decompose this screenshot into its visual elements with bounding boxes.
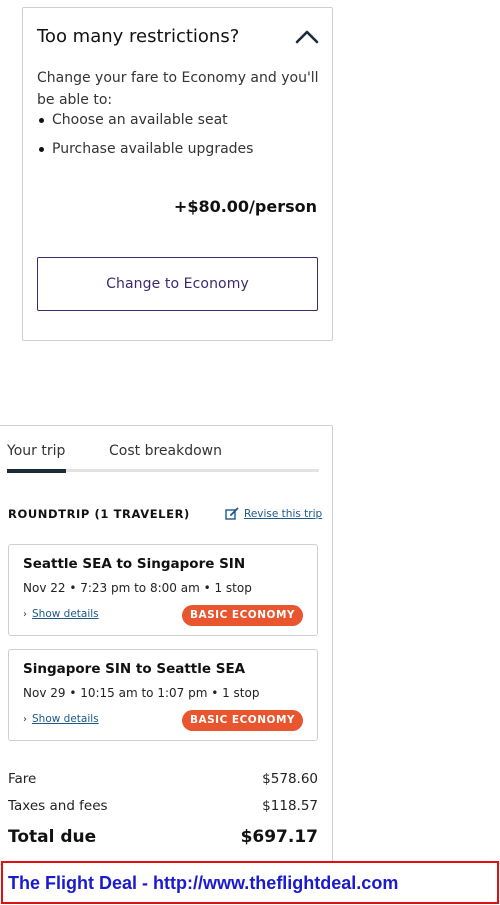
edit-icon: [225, 507, 239, 520]
basic-economy-badge: BASIC ECONOMY: [181, 710, 303, 731]
flight-card: Seattle SEA to Singapore SIN Nov 22 • 7:…: [8, 544, 318, 636]
trip-summary-card: Your trip Cost breakdown ROUNDTRIP (1 TR…: [0, 425, 333, 865]
show-details-link[interactable]: › Show details: [23, 608, 99, 620]
flight-route: Singapore SIN to Seattle SEA: [23, 661, 246, 677]
active-tab-indicator: [7, 469, 66, 473]
tab-cost-breakdown[interactable]: Cost breakdown: [109, 443, 222, 459]
upgrade-price: +$80.00/person: [173, 197, 317, 216]
roundtrip-heading: ROUNDTRIP (1 TRAVELER): [8, 507, 190, 521]
benefit-list: Choose an available seat Purchase availa…: [37, 109, 253, 167]
taxes-label: Taxes and fees: [8, 798, 108, 814]
trip-tabs: Your trip Cost breakdown: [7, 443, 319, 473]
tab-your-trip[interactable]: Your trip: [7, 443, 65, 459]
watermark-text: The Flight Deal - http://www.theflightde…: [8, 873, 399, 893]
flight-schedule: Nov 29 • 10:15 am to 1:07 pm • 1 stop: [23, 686, 260, 700]
fare-value: $578.60: [262, 771, 318, 787]
change-to-economy-button[interactable]: Change to Economy: [37, 257, 318, 311]
flight-card: Singapore SIN to Seattle SEA Nov 29 • 10…: [8, 649, 318, 741]
benefit-item: Purchase available upgrades: [37, 138, 253, 167]
taxes-value: $118.57: [262, 798, 318, 814]
show-details-label: Show details: [32, 608, 99, 620]
restrictions-title: Too many restrictions?: [37, 26, 240, 47]
flight-route: Seattle SEA to Singapore SIN: [23, 556, 246, 572]
total-value: $697.17: [240, 827, 318, 847]
basic-economy-badge: BASIC ECONOMY: [181, 605, 303, 626]
chevron-right-icon: ›: [23, 608, 27, 620]
flight-schedule: Nov 22 • 7:23 pm to 8:00 am • 1 stop: [23, 581, 252, 595]
benefit-item: Choose an available seat: [37, 109, 253, 138]
watermark-banner: The Flight Deal - http://www.theflightde…: [1, 861, 499, 904]
restrictions-description: Change your fare to Economy and you'll b…: [37, 70, 319, 108]
fare-label: Fare: [8, 771, 37, 787]
chevron-right-icon: ›: [23, 713, 27, 725]
revise-trip-label: Revise this trip: [244, 508, 323, 520]
show-details-label: Show details: [32, 713, 99, 725]
restrictions-card: Too many restrictions? Change your fare …: [22, 7, 333, 341]
total-label: Total due: [8, 827, 97, 847]
show-details-link[interactable]: › Show details: [23, 713, 99, 725]
chevron-up-icon[interactable]: [295, 28, 319, 44]
revise-trip-link[interactable]: Revise this trip: [225, 507, 322, 521]
